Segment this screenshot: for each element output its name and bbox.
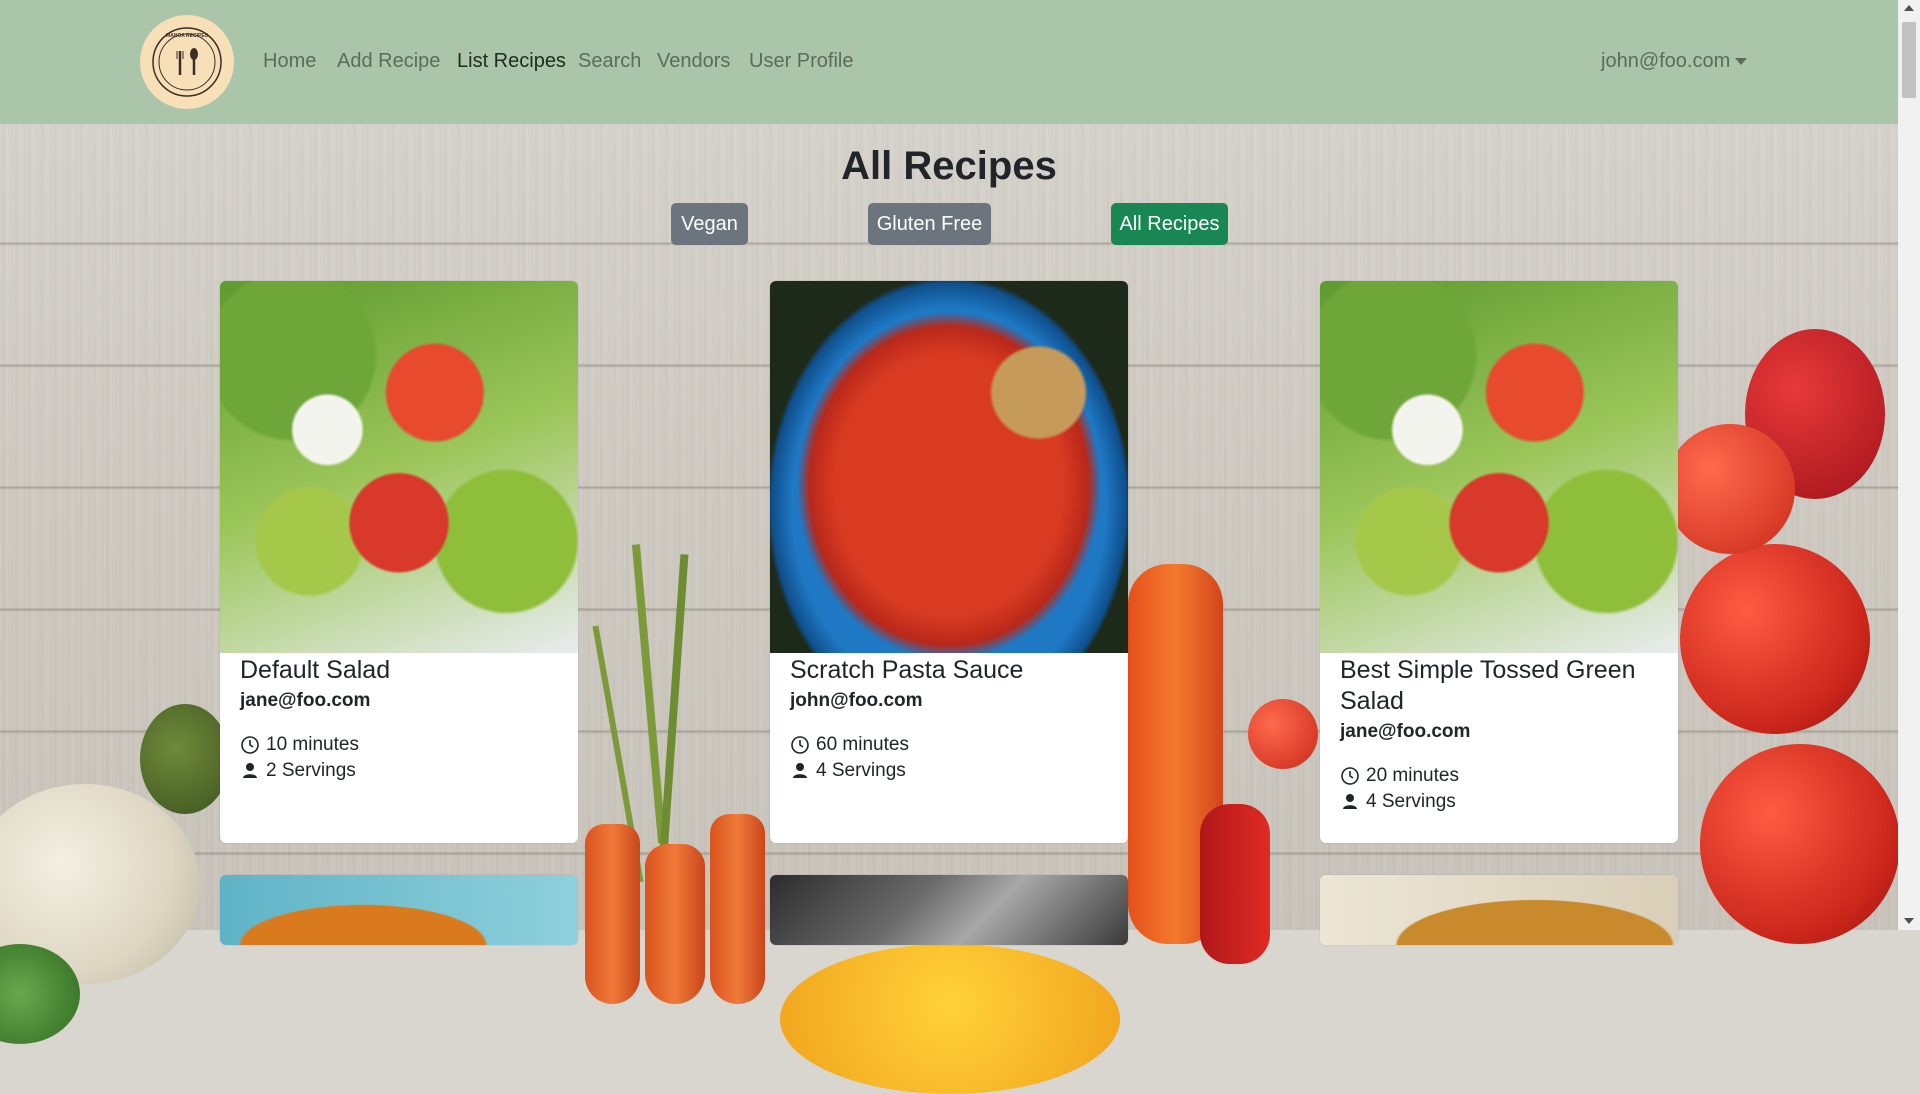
filter-all-recipes-button[interactable]: All Recipes bbox=[1111, 203, 1228, 245]
navbar: MANOA RECIPES Home Add Recipe List Recip… bbox=[0, 0, 1898, 124]
recipe-time: 60 minutes bbox=[790, 734, 1108, 756]
recipe-time: 20 minutes bbox=[1340, 765, 1658, 787]
recipe-time-text: 20 minutes bbox=[1366, 765, 1459, 786]
filter-gluten-free-button[interactable]: Gluten Free bbox=[868, 203, 991, 245]
tomato-decoration-2 bbox=[1700, 744, 1900, 944]
clock-icon bbox=[1341, 767, 1359, 785]
person-icon bbox=[793, 763, 807, 778]
recipe-author: john@foo.com bbox=[790, 690, 923, 711]
recipe-servings-text: 4 Servings bbox=[816, 760, 906, 781]
nav-vendors[interactable]: Vendors bbox=[657, 50, 730, 73]
recipe-servings-text: 4 Servings bbox=[1366, 791, 1456, 812]
recipe-title[interactable]: Scratch Pasta Sauce bbox=[790, 655, 1108, 686]
tomato-decoration-3 bbox=[1665, 424, 1795, 554]
scroll-up-arrow-icon[interactable] bbox=[1904, 5, 1914, 11]
recipe-image-partial[interactable] bbox=[1320, 875, 1678, 945]
recipe-author: jane@foo.com bbox=[1340, 721, 1471, 742]
nav-search[interactable]: Search bbox=[578, 50, 641, 73]
filter-vegan-button[interactable]: Vegan bbox=[671, 203, 748, 245]
recipe-servings: 4 Servings bbox=[1340, 791, 1658, 813]
user-email: john@foo.com bbox=[1601, 50, 1731, 72]
recipe-image-tossed-salad[interactable] bbox=[1320, 281, 1678, 653]
recipe-image-partial[interactable] bbox=[220, 875, 578, 945]
nav-add-recipe[interactable]: Add Recipe bbox=[337, 50, 440, 73]
nav-home[interactable]: Home bbox=[263, 50, 316, 73]
scroll-down-arrow-icon[interactable] bbox=[1904, 918, 1914, 924]
recipe-time: 10 minutes bbox=[240, 734, 558, 756]
site-logo[interactable]: MANOA RECIPES bbox=[140, 15, 234, 109]
yellow-pepper-decoration bbox=[780, 944, 1120, 1094]
person-icon bbox=[243, 763, 257, 778]
recipe-title[interactable]: Best Simple Tossed Green Salad bbox=[1340, 655, 1658, 717]
scrollbar[interactable] bbox=[1898, 0, 1920, 930]
clock-icon bbox=[241, 736, 259, 754]
recipe-title[interactable]: Default Salad bbox=[240, 655, 558, 686]
tomato-small-decoration bbox=[1248, 699, 1318, 769]
recipe-image-pasta-sauce[interactable] bbox=[770, 281, 1128, 653]
nav-user-profile[interactable]: User Profile bbox=[749, 50, 853, 73]
recipe-author: jane@foo.com bbox=[240, 690, 371, 711]
carrots-decoration bbox=[585, 544, 765, 1004]
cucumber-decoration bbox=[140, 704, 230, 814]
recipe-image-salad[interactable] bbox=[220, 281, 578, 653]
recipe-time-text: 10 minutes bbox=[266, 734, 359, 755]
recipe-servings-text: 2 Servings bbox=[266, 760, 356, 781]
tomato-decoration bbox=[1680, 544, 1870, 734]
recipe-servings: 2 Servings bbox=[240, 760, 558, 782]
page-title: All Recipes bbox=[841, 144, 1057, 188]
red-chili-decoration bbox=[1200, 804, 1270, 964]
scrollbar-thumb[interactable] bbox=[1902, 22, 1916, 98]
recipe-card-partial[interactable] bbox=[220, 875, 578, 945]
logo-emblem-icon: MANOA RECIPES bbox=[152, 27, 222, 97]
recipe-card[interactable]: Best Simple Tossed Green Salad jane@foo.… bbox=[1320, 281, 1678, 843]
recipe-image-partial[interactable] bbox=[770, 875, 1128, 945]
nav-list-recipes[interactable]: List Recipes bbox=[457, 50, 566, 73]
recipe-card[interactable]: Default Salad jane@foo.com 10 minutes 2 … bbox=[220, 281, 578, 843]
recipe-time-text: 60 minutes bbox=[816, 734, 909, 755]
person-icon bbox=[1343, 794, 1357, 809]
recipe-servings: 4 Servings bbox=[790, 760, 1108, 782]
recipe-card-partial[interactable] bbox=[1320, 875, 1678, 945]
logo-text: MANOA RECIPES bbox=[166, 33, 209, 39]
clock-icon bbox=[791, 736, 809, 754]
caret-down-icon bbox=[1735, 58, 1748, 66]
recipe-card-partial[interactable] bbox=[770, 875, 1128, 945]
user-dropdown[interactable]: john@foo.com bbox=[1601, 50, 1748, 73]
recipe-card[interactable]: Scratch Pasta Sauce john@foo.com 60 minu… bbox=[770, 281, 1128, 843]
